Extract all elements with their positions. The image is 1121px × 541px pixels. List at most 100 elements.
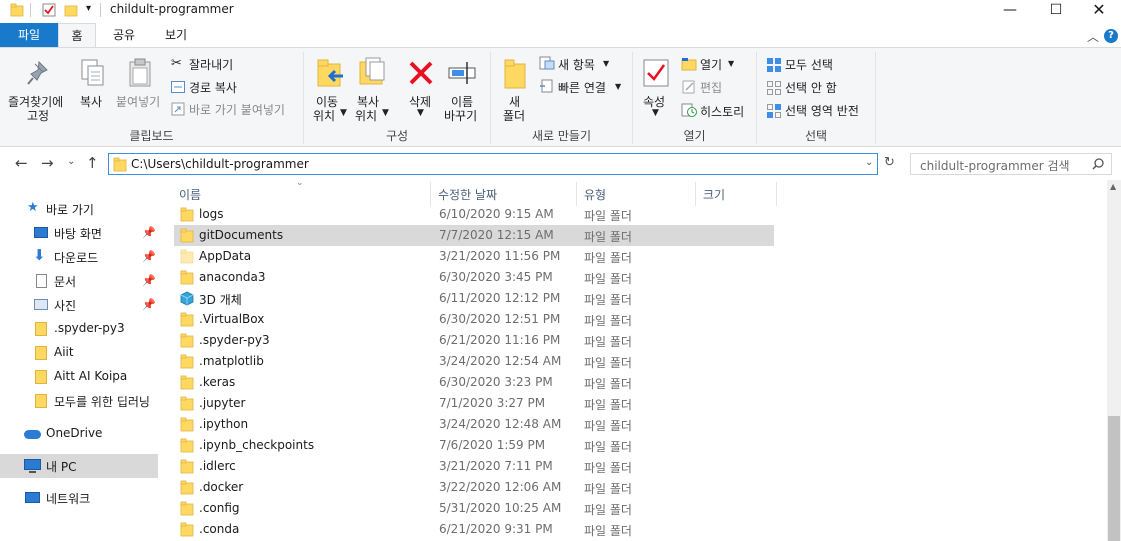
maximize-button[interactable]: ☐ [1033, 0, 1079, 22]
tab-file[interactable]: 파일 [0, 23, 58, 47]
table-row[interactable]: AppData 3/21/2020 11:56 PM 파일 폴더 [174, 246, 774, 267]
table-row[interactable]: .docker 3/22/2020 12:06 AM 파일 폴더 [174, 477, 774, 498]
search-icon[interactable] [1092, 158, 1104, 170]
file-name: .ipython [199, 417, 249, 431]
invert-selection-button[interactable]: 선택 영역 반전 [785, 102, 859, 119]
vertical-scrollbar[interactable]: ▲ [1107, 180, 1121, 541]
address-dropdown-icon[interactable]: ⌄ [865, 157, 873, 168]
rename-label-2[interactable]: 바꾸기 [444, 107, 477, 124]
copy-button[interactable]: 복사 [80, 93, 102, 110]
pin-quick-access-label-2[interactable]: 고정 [27, 107, 49, 124]
column-header-size[interactable]: 크기 [703, 186, 725, 203]
table-row[interactable]: .VirtualBox 6/30/2020 12:51 PM 파일 폴더 [174, 309, 774, 330]
nav-item-onedrive[interactable]: OneDrive [0, 422, 158, 446]
column-separator[interactable] [430, 182, 431, 206]
nav-item-network[interactable]: 네트워크 [0, 486, 158, 510]
table-row[interactable]: .ipynb_checkpoints 7/6/2020 1:59 PM 파일 폴더 [174, 435, 774, 456]
new-folder-label-2[interactable]: 폴더 [503, 107, 525, 124]
customize-qa-icon[interactable]: ▾ [86, 3, 91, 14]
chevron-down-icon[interactable]: ▼ [417, 108, 424, 118]
search-input[interactable]: childult-programmer 검색 [910, 153, 1112, 175]
nav-item-spyder[interactable]: .spyder-py3 [0, 317, 158, 341]
up-icon[interactable]: ↑ [86, 154, 99, 172]
nav-label: 바로 가기 [46, 203, 94, 217]
back-icon[interactable]: ← [15, 154, 28, 172]
nav-item-pictures[interactable]: 사진 📌 [0, 293, 158, 317]
properties-icon[interactable] [42, 3, 56, 17]
nav-label: 모두를 위한 딥러닝 [54, 395, 150, 409]
cut-button[interactable]: 잘라내기 [189, 56, 233, 73]
chevron-down-icon[interactable]: ▼ [615, 82, 621, 91]
folder-icon [35, 346, 47, 360]
chevron-down-icon[interactable]: ▼ [728, 59, 734, 68]
open-button[interactable]: 열기 [700, 56, 722, 73]
column-header-type[interactable]: 유형 [584, 186, 606, 203]
column-separator[interactable] [695, 182, 696, 206]
table-row[interactable]: .config 5/31/2020 10:25 AM 파일 폴더 [174, 498, 774, 519]
close-button[interactable]: ✕ [1076, 0, 1121, 22]
nav-item-desktop[interactable]: 바탕 화면 📌 [0, 221, 158, 245]
new-folder-icon[interactable] [64, 3, 78, 17]
paste-button[interactable]: 붙여넣기 [116, 93, 160, 110]
table-row[interactable]: .matplotlib 3/24/2020 12:54 AM 파일 폴더 [174, 351, 774, 372]
paste-shortcut-button[interactable]: 바로 가기 붙여넣기 [189, 101, 285, 118]
table-row[interactable]: 3D 개체 6/11/2020 12:12 PM 파일 폴더 [174, 288, 774, 309]
table-row[interactable]: .keras 6/30/2020 3:23 PM 파일 폴더 [174, 372, 774, 393]
table-row[interactable]: anaconda3 6/30/2020 3:45 PM 파일 폴더 [174, 267, 774, 288]
table-row[interactable]: .ipython 3/24/2020 12:48 AM 파일 폴더 [174, 414, 774, 435]
column-header-date[interactable]: 수정한 날짜 [438, 186, 497, 203]
file-date: 6/11/2020 12:12 PM [439, 291, 561, 305]
minimize-button[interactable]: — [987, 0, 1033, 22]
select-none-button[interactable]: 선택 안 함 [785, 79, 837, 96]
nav-item-aiit[interactable]: Aiit [0, 341, 158, 365]
tab-home[interactable]: 홈 [58, 23, 96, 47]
edit-icon [682, 80, 695, 94]
forward-icon[interactable]: → [41, 154, 54, 172]
scroll-up-icon[interactable]: ▲ [1110, 182, 1116, 191]
file-type: 파일 폴더 [584, 503, 632, 517]
copy-to-label-2[interactable]: 위치 [355, 107, 377, 124]
address-bar[interactable]: C:\Users\childult-programmer ⌄ [108, 153, 878, 175]
select-all-button[interactable]: 모두 선택 [785, 56, 833, 73]
chevron-down-icon[interactable]: ▼ [603, 59, 609, 68]
edit-button[interactable]: 편집 [700, 79, 722, 96]
table-row[interactable]: .spyder-py3 6/21/2020 11:16 PM 파일 폴더 [174, 330, 774, 351]
history-button[interactable]: 히스토리 [700, 103, 744, 120]
nav-item-aitt-ai-koipa[interactable]: Aitt AI Koipa [0, 365, 158, 389]
help-icon[interactable]: ? [1104, 29, 1118, 43]
tab-share[interactable]: 공유 [104, 23, 144, 47]
pin-icon: 📌 [142, 298, 156, 311]
scrollbar-thumb[interactable] [1108, 416, 1120, 541]
recent-locations-icon[interactable]: ⌄ [67, 156, 75, 167]
file-date: 6/30/2020 12:51 PM [439, 312, 561, 326]
easy-access-icon [540, 79, 553, 93]
tab-view[interactable]: 보기 [156, 23, 196, 47]
file-list: ⌄ 이름 수정한 날짜 유형 크기 logs 6/10/2020 9:15 AM 파… [172, 178, 1107, 541]
nav-item-downloads[interactable]: ⬇ 다운로드 📌 [0, 245, 158, 269]
column-separator[interactable] [776, 182, 777, 206]
chevron-down-icon[interactable]: ▼ [382, 108, 389, 118]
column-separator[interactable] [576, 182, 577, 206]
easy-access-button[interactable]: 빠른 연결 [558, 79, 606, 96]
nav-item-documents[interactable]: 문서 📌 [0, 269, 158, 293]
table-row[interactable]: gitDocuments 7/7/2020 12:15 AM 파일 폴더 [174, 225, 774, 246]
table-row[interactable]: .idlerc 3/21/2020 7:11 PM 파일 폴더 [174, 456, 774, 477]
chevron-down-icon[interactable]: ▼ [652, 108, 659, 118]
new-item-button[interactable]: 새 항목 [558, 56, 595, 73]
table-row[interactable]: .jupyter 7/1/2020 3:27 PM 파일 폴더 [174, 393, 774, 414]
move-to-label-2[interactable]: 위치 [313, 107, 335, 124]
table-row[interactable]: .conda 6/21/2020 9:31 PM 파일 폴더 [174, 519, 774, 540]
file-date: 6/21/2020 11:16 PM [439, 333, 561, 347]
address-path[interactable]: C:\Users\childult-programmer [131, 157, 309, 171]
nav-quick-access[interactable]: ★ 바로 가기 [0, 197, 158, 221]
copy-path-button[interactable]: 경로 복사 [189, 79, 237, 96]
chevron-down-icon[interactable]: ▼ [340, 108, 347, 118]
search-placeholder: childult-programmer 검색 [920, 159, 1070, 173]
collapse-ribbon-icon[interactable]: ︿ [1087, 28, 1099, 45]
nav-item-deep-learning[interactable]: 모두를 위한 딥러닝 [0, 389, 158, 413]
nav-item-this-pc[interactable]: 내 PC [0, 454, 158, 478]
column-header-name[interactable]: 이름 [179, 186, 201, 203]
rename-icon [448, 62, 476, 84]
refresh-icon[interactable]: ↻ [884, 155, 895, 170]
table-row[interactable]: logs 6/10/2020 9:15 AM 파일 폴더 [174, 204, 774, 225]
